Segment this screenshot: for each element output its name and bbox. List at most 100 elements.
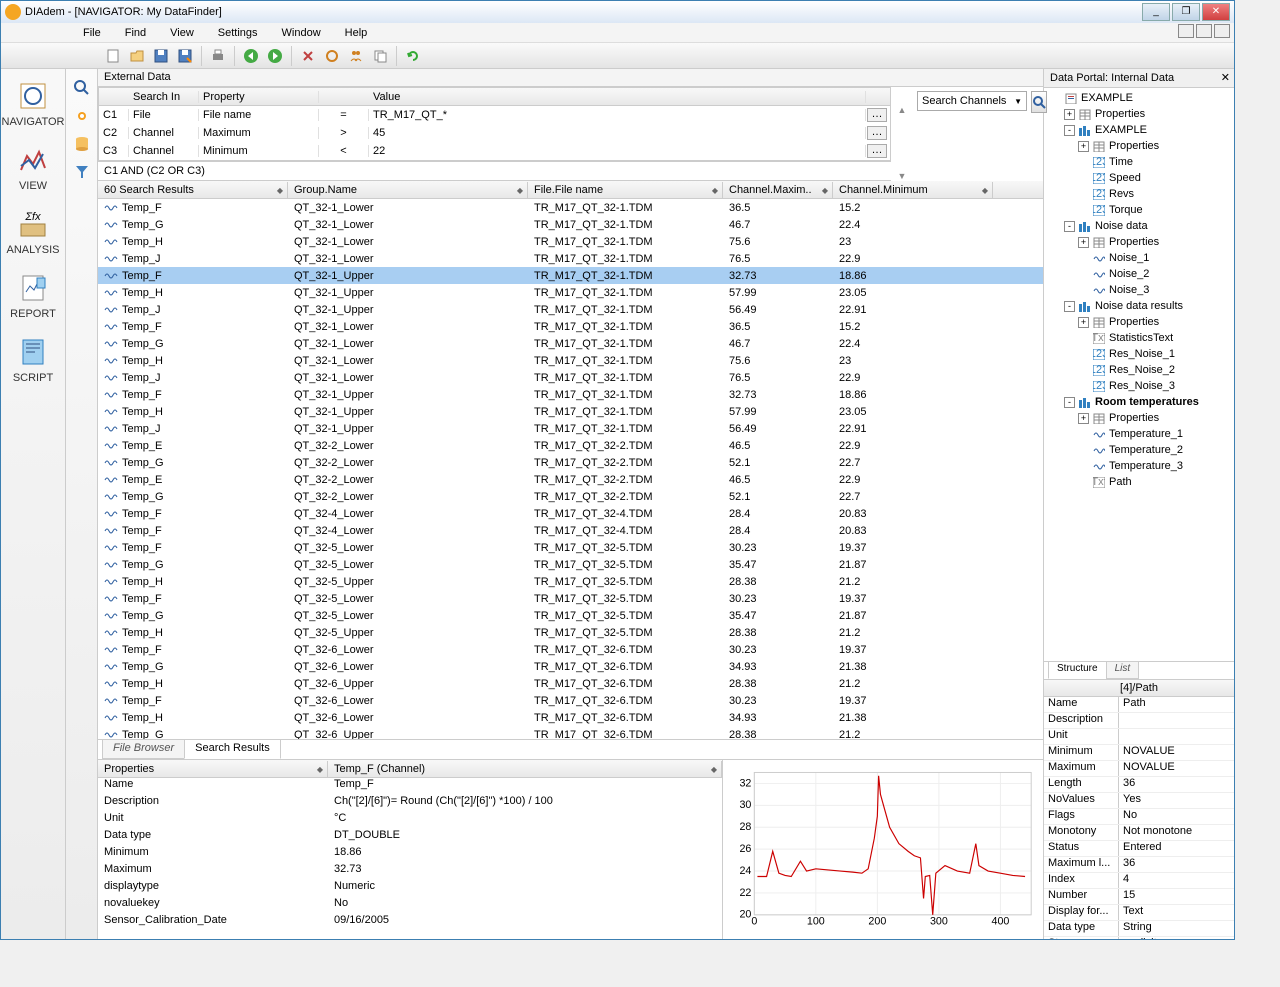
expand-toggle[interactable]: + [1078,141,1089,152]
expand-toggle[interactable]: - [1064,397,1075,408]
result-row[interactable]: Temp_FQT_32-6_LowerTR_M17_QT_32-6.TDM30.… [98,692,1043,709]
search-condition-row[interactable]: C2ChannelMaximum>45… [99,124,890,142]
tree-item[interactable]: TxtPath [1046,474,1232,490]
scroll-up-icon[interactable]: ▲ [898,105,907,115]
detail-row[interactable]: NamePath [1044,697,1234,713]
portal-close-icon[interactable]: ✕ [1221,71,1230,84]
tab-file-browser[interactable]: File Browser [102,740,185,759]
search-condition-row[interactable]: C3ChannelMinimum<22… [99,142,890,160]
data-tree[interactable]: EXAMPLE+Properties-EXAMPLE+Properties123… [1044,88,1234,661]
result-row[interactable]: Temp_GQT_32-5_LowerTR_M17_QT_32-5.TDM35.… [98,607,1043,624]
menu-window[interactable]: Window [270,25,333,41]
titlebar[interactable]: DIAdem - [NAVIGATOR: My DataFinder] _ ❐ … [1,1,1234,23]
tree-item[interactable]: 123Revs [1046,186,1232,202]
search-col-searchin[interactable]: Search In [129,91,199,103]
doc-minimize-button[interactable] [1178,24,1194,38]
result-row[interactable]: Temp_FQT_32-1_LowerTR_M17_QT_32-1.TDM36.… [98,199,1043,216]
save-as-icon[interactable] [174,45,196,67]
detail-row[interactable]: Data typeString [1044,921,1234,937]
filter-icon[interactable] [69,159,95,185]
tree-item[interactable]: Noise_2 [1046,266,1232,282]
search-scope-dropdown[interactable]: Search Channels▼ [917,91,1027,111]
result-row[interactable]: Temp_EQT_32-2_LowerTR_M17_QT_32-2.TDM46.… [98,437,1043,454]
property-row[interactable]: Unit°C [98,812,722,829]
detail-row[interactable]: Unit [1044,729,1234,745]
property-row[interactable]: Data typeDT_DOUBLE [98,829,722,846]
property-row[interactable]: NameTemp_F [98,778,722,795]
menu-find[interactable]: Find [113,25,158,41]
print-icon[interactable] [207,45,229,67]
result-row[interactable]: Temp_HQT_32-6_UpperTR_M17_QT_32-6.TDM28.… [98,675,1043,692]
copy-icon[interactable] [369,45,391,67]
tree-item[interactable]: +Properties [1046,410,1232,426]
result-row[interactable]: Temp_GQT_32-2_LowerTR_M17_QT_32-2.TDM52.… [98,488,1043,505]
result-row[interactable]: Temp_FQT_32-4_LowerTR_M17_QT_32-4.TDM28.… [98,522,1043,539]
result-row[interactable]: Temp_JQT_32-1_UpperTR_M17_QT_32-1.TDM56.… [98,420,1043,437]
tree-item[interactable]: +Properties [1046,234,1232,250]
detail-row[interactable]: Length36 [1044,777,1234,793]
result-row[interactable]: Temp_FQT_32-4_LowerTR_M17_QT_32-4.TDM28.… [98,505,1043,522]
result-row[interactable]: Temp_GQT_32-1_LowerTR_M17_QT_32-1.TDM46.… [98,216,1043,233]
scroll-down-icon[interactable]: ▼ [898,171,907,181]
portal-tab-structure[interactable]: Structure [1048,662,1107,679]
results-col-group[interactable]: Group.Name◆ [288,182,528,198]
result-row[interactable]: Temp_JQT_32-1_UpperTR_M17_QT_32-1.TDM56.… [98,301,1043,318]
clear-icon[interactable] [297,45,319,67]
rail-view[interactable]: VIEW [3,137,63,197]
menu-settings[interactable]: Settings [206,25,270,41]
doc-restore-button[interactable] [1196,24,1212,38]
tree-item[interactable]: 123Speed [1046,170,1232,186]
tree-item[interactable]: -Room temperatures [1046,394,1232,410]
find-icon[interactable] [69,75,95,101]
tree-item[interactable]: 123Res_Noise_2 [1046,362,1232,378]
expand-toggle[interactable]: - [1064,221,1075,232]
search-col-value[interactable]: Value [369,91,866,103]
result-row[interactable]: Temp_GQT_32-5_LowerTR_M17_QT_32-5.TDM35.… [98,556,1043,573]
detail-row[interactable]: Maximum l...36 [1044,857,1234,873]
result-row[interactable]: Temp_HQT_32-5_UpperTR_M17_QT_32-5.TDM28.… [98,573,1043,590]
detail-row[interactable]: Display for...Text [1044,905,1234,921]
result-row[interactable]: Temp_FQT_32-6_LowerTR_M17_QT_32-6.TDM30.… [98,641,1043,658]
results-col-min[interactable]: Channel.Minimum◆ [833,182,993,198]
maximize-button[interactable]: ❐ [1172,3,1200,21]
portal-tab-list[interactable]: List [1106,662,1140,679]
tree-item[interactable]: 123Res_Noise_1 [1046,346,1232,362]
rail-navigator[interactable]: NAVIGATOR [3,73,63,133]
result-row[interactable]: Temp_FQT_32-5_LowerTR_M17_QT_32-5.TDM30.… [98,539,1043,556]
doc-close-button[interactable] [1214,24,1230,38]
result-row[interactable]: Temp_FQT_32-1_LowerTR_M17_QT_32-1.TDM36.… [98,318,1043,335]
property-row[interactable]: Sensor_Calibration_Date09/16/2005 [98,914,722,931]
save-icon[interactable] [150,45,172,67]
tree-item[interactable]: -Noise data [1046,218,1232,234]
result-row[interactable]: Temp_HQT_32-1_UpperTR_M17_QT_32-1.TDM57.… [98,403,1043,420]
detail-row[interactable]: Number15 [1044,889,1234,905]
tree-item[interactable]: Noise_1 [1046,250,1232,266]
gear-icon[interactable] [69,103,95,129]
detail-row[interactable]: MaximumNOVALUE [1044,761,1234,777]
browse-button[interactable]: … [867,126,887,140]
rail-script[interactable]: SCRIPT [3,329,63,389]
detail-row[interactable]: Description [1044,713,1234,729]
tree-item[interactable]: -Noise data results [1046,298,1232,314]
menu-help[interactable]: Help [333,25,380,41]
logic-expression[interactable]: C1 AND (C2 OR C3) [98,161,891,181]
detail-row[interactable]: Index4 [1044,873,1234,889]
result-row[interactable]: Temp_FQT_32-1_UpperTR_M17_QT_32-1.TDM32.… [98,267,1043,284]
db-icon[interactable] [69,131,95,157]
search-condition-row[interactable]: C1FileFile name=TR_M17_QT_*… [99,106,890,124]
expand-toggle[interactable]: + [1064,109,1075,120]
rail-report[interactable]: REPORT [3,265,63,325]
tree-item[interactable]: Noise_3 [1046,282,1232,298]
expand-toggle[interactable]: + [1078,317,1089,328]
menu-file[interactable]: File [71,25,113,41]
detail-row[interactable]: MinimumNOVALUE [1044,745,1234,761]
result-row[interactable]: Temp_FQT_32-5_LowerTR_M17_QT_32-5.TDM30.… [98,590,1043,607]
refresh-icon[interactable] [402,45,424,67]
tree-item[interactable]: EXAMPLE [1046,90,1232,106]
new-icon[interactable] [102,45,124,67]
props-col-property[interactable]: Properties◆ [98,761,328,777]
property-row[interactable]: novaluekeyNo [98,897,722,914]
result-row[interactable]: Temp_GQT_32-6_UpperTR_M17_QT_32-6.TDM28.… [98,726,1043,739]
result-row[interactable]: Temp_HQT_32-1_LowerTR_M17_QT_32-1.TDM75.… [98,233,1043,250]
tree-item[interactable]: TxtStatisticsText [1046,330,1232,346]
